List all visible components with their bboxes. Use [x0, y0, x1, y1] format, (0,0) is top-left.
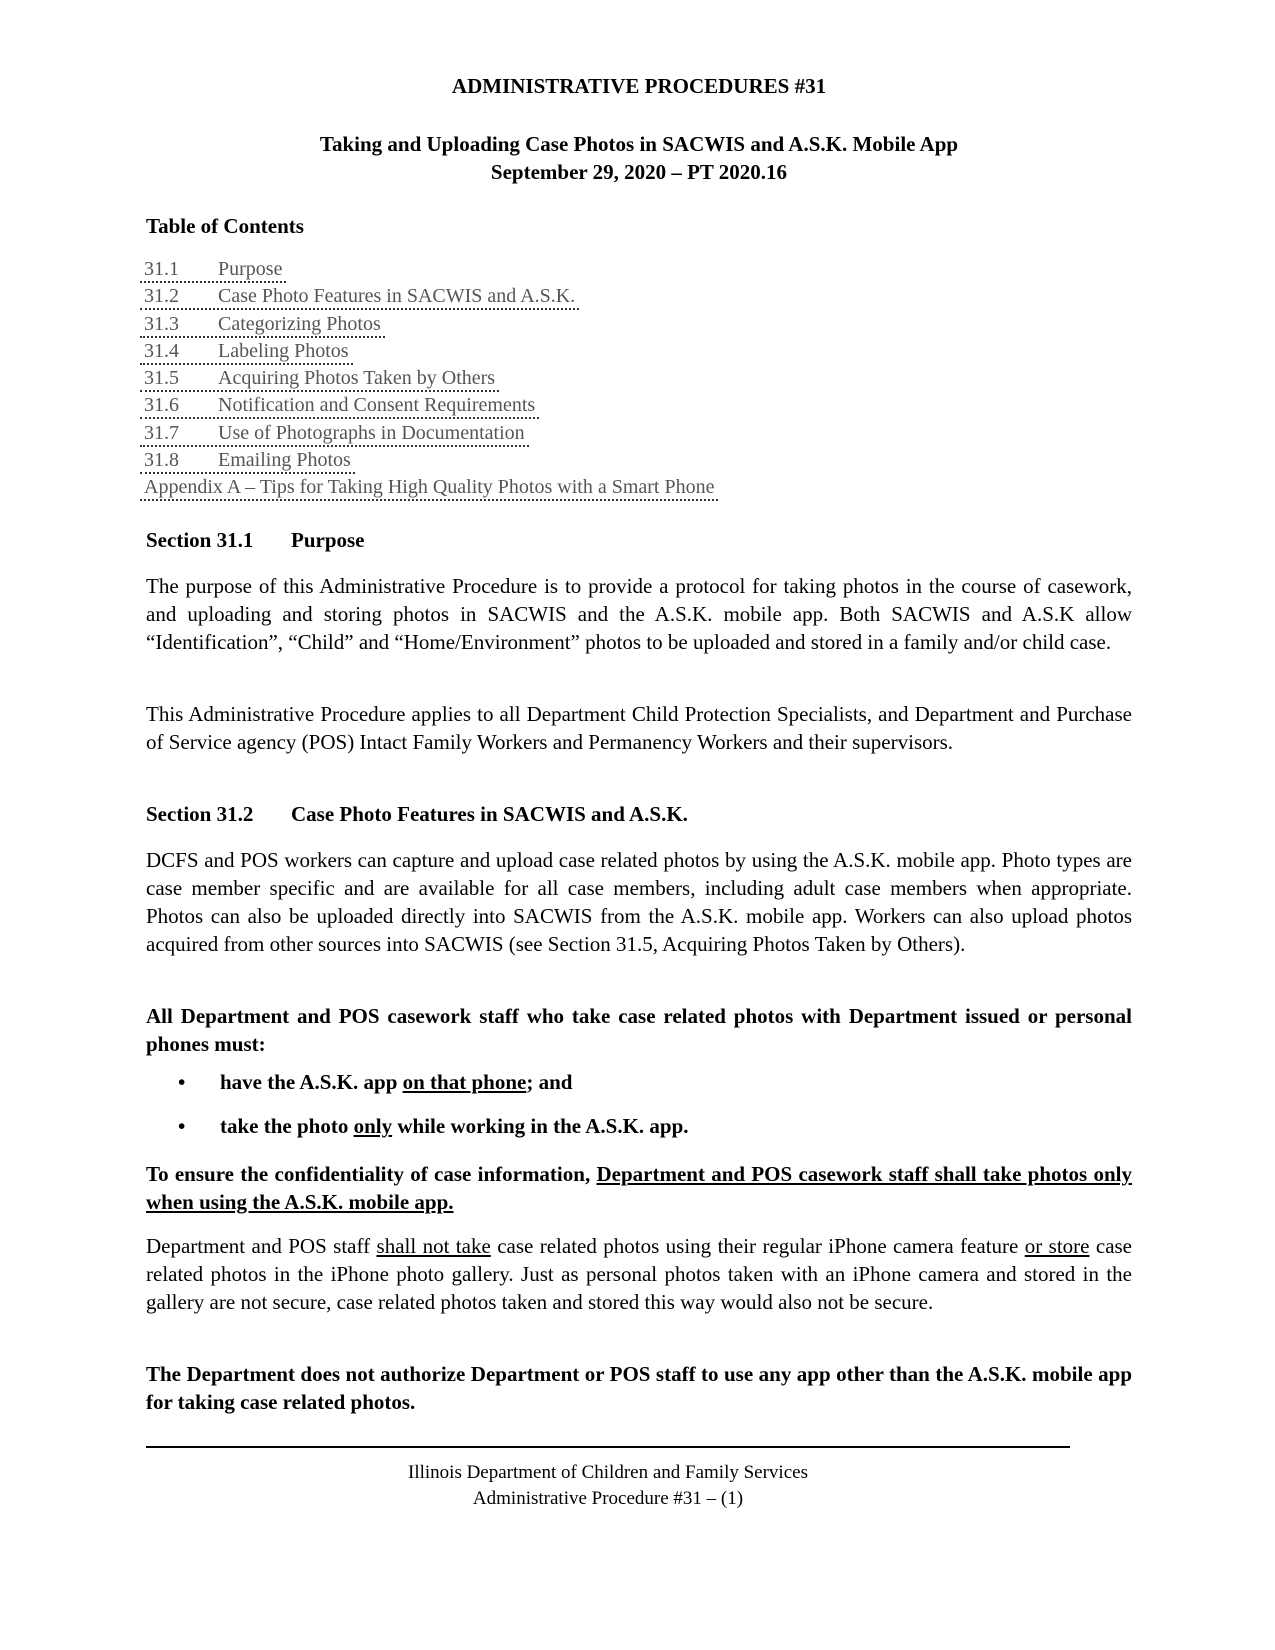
table-of-contents: 31.1 Purpose 31.2 Case Photo Features in S…	[140, 258, 719, 504]
toc-num: 31.2	[144, 285, 179, 308]
purpose-paragraph-2: This Administrative Procedure applies to…	[146, 702, 1132, 754]
toc-label: Use of Photographs in Documentation	[218, 421, 525, 444]
features-paragraph-1: DCFS and POS workers can capture and upl…	[146, 848, 1132, 956]
section-title: Case Photo Features in SACWIS and A.S.K.	[291, 802, 688, 826]
toc-link-31-6[interactable]: 31.6 Notification and Consent Requirement…	[140, 394, 718, 421]
list-item-text: have the A.S.K. app on that phone; and	[220, 1070, 572, 1095]
underlined-text: only	[353, 1114, 393, 1138]
toc-num: 31.1	[144, 258, 179, 280]
toc-label: Labeling Photos	[218, 339, 349, 362]
toc-label: Case Photo Features in SACWIS and A.S.K.	[218, 285, 576, 308]
document-title: ADMINISTRATIVE PROCEDURES #31	[451, 74, 827, 98]
purpose-paragraph-1: The purpose of this Administrative Proce…	[146, 574, 1132, 654]
document-date-line: September 29, 2020 – PT 2020.16	[490, 160, 788, 184]
toc-link-31-1[interactable]: 31.1 Purpose	[140, 258, 718, 285]
underlined-text: or store	[1024, 1234, 1090, 1258]
toc-label: Categorizing Photos	[218, 312, 381, 335]
text-run: case related photos using their regular …	[490, 1234, 1025, 1258]
list-item-text: take the photo only while working in the…	[220, 1114, 689, 1139]
section-title: Purpose	[291, 528, 365, 552]
document-subtitle: Taking and Uploading Case Photos in SACW…	[319, 132, 959, 156]
text-run: To ensure the confidentiality of case in…	[146, 1162, 597, 1186]
toc-link-31-3[interactable]: 31.3 Categorizing Photos	[140, 313, 718, 340]
toc-num: 31.4	[144, 339, 179, 362]
section-31-2-heading: Section 31.2 Case Photo Features in SACWI…	[146, 802, 688, 827]
toc-num: 31.7	[144, 421, 179, 444]
bullet-icon: •	[178, 1070, 186, 1094]
text-run: while working in the A.S.K. app.	[392, 1114, 689, 1138]
authorization-paragraph: The Department does not authorize Depart…	[146, 1362, 1132, 1414]
footer-organization: Illinois Department of Children and Fami…	[408, 1462, 808, 1483]
toc-label: Emailing Photos	[218, 449, 351, 472]
toc-link-appendix-a[interactable]: Appendix A – Tips for Taking High Qualit…	[140, 476, 719, 503]
footer-divider	[146, 1446, 1070, 1448]
toc-label: Acquiring Photos Taken by Others	[218, 367, 496, 390]
underlined-text: shall not take	[376, 1234, 491, 1258]
section-31-1-heading: Section 31.1 Purpose	[146, 528, 365, 553]
toc-link-31-4[interactable]: 31.4 Labeling Photos	[140, 340, 718, 367]
toc-link-31-8[interactable]: 31.8 Emailing Photos	[140, 449, 718, 476]
confidentiality-paragraph: To ensure the confidentiality of case in…	[146, 1160, 1132, 1216]
toc-label: Appendix A – Tips for Taking High Qualit…	[140, 476, 719, 502]
toc-label: Notification and Consent Requirements	[218, 394, 536, 417]
toc-num: 31.5	[144, 367, 179, 390]
toc-link-31-2[interactable]: 31.2 Case Photo Features in SACWIS and A.…	[140, 285, 718, 312]
text-run: take the photo	[220, 1114, 354, 1138]
toc-num: 31.3	[144, 312, 179, 335]
toc-num: 31.6	[144, 394, 179, 417]
features-paragraph-2: All Department and POS casework staff wh…	[146, 1004, 1132, 1056]
toc-link-31-7[interactable]: 31.7 Use of Photographs in Documentation	[140, 422, 718, 449]
toc-label: Purpose	[218, 258, 283, 280]
toc-link-31-5[interactable]: 31.5 Acquiring Photos Taken by Others	[140, 367, 718, 394]
iphone-camera-paragraph: Department and POS staff shall not take …	[146, 1232, 1132, 1316]
section-number: Section 31.1	[146, 528, 254, 552]
toc-heading: Table of Contents	[146, 214, 304, 238]
underlined-text: on that phone	[402, 1070, 527, 1094]
footer-page-label: Administrative Procedure #31 – (1)	[472, 1488, 744, 1509]
text-run: ; and	[526, 1070, 573, 1094]
text-run: have the A.S.K. app	[220, 1070, 403, 1094]
section-number: Section 31.2	[146, 802, 254, 826]
toc-num: 31.8	[144, 449, 179, 472]
text-run: Department and POS staff	[146, 1234, 377, 1258]
bullet-icon: •	[178, 1114, 186, 1138]
